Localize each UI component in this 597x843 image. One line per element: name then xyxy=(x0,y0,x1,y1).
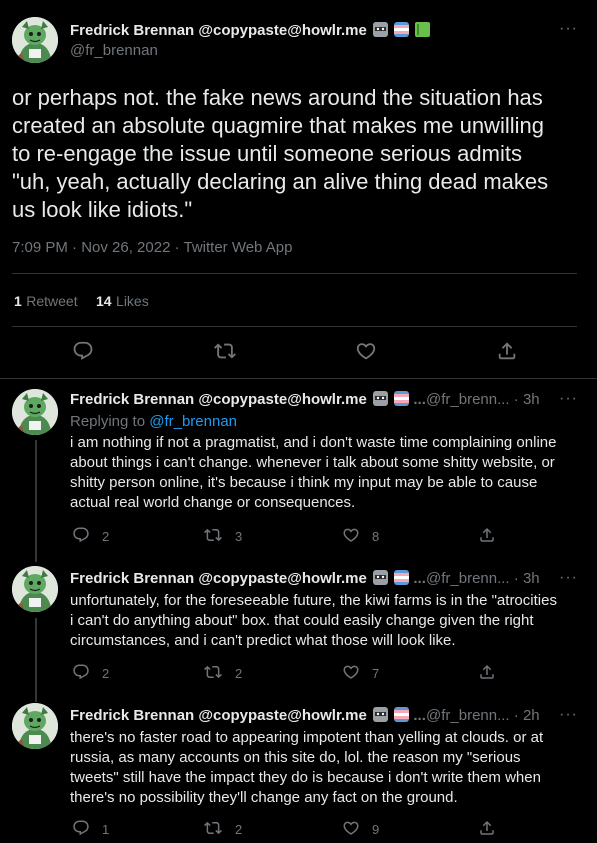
like-icon[interactable] xyxy=(342,526,360,549)
trans-flag-emoji-icon xyxy=(394,391,410,406)
like-icon[interactable] xyxy=(355,340,377,367)
author-name-row: Fredrick Brennan @copypaste@howlr.me xyxy=(70,22,431,39)
tweet-text: or perhaps not. the fake news around the… xyxy=(12,84,587,224)
retweet-icon[interactable] xyxy=(204,663,222,686)
reply-author-name[interactable]: Fredrick Brennan @copypaste@howlr.me xyxy=(70,391,367,408)
reply-header: Fredrick Brennan @copypaste@howlr.me ... xyxy=(70,707,426,724)
tweet-text-line: us look like idiots." xyxy=(12,197,193,222)
reply-text-line: i can't do anything about" box. that cou… xyxy=(70,612,534,629)
retweet-icon[interactable] xyxy=(204,819,222,842)
reply-text: i am nothing if not a pragmatist, and i … xyxy=(70,433,568,513)
raccoon-emoji-icon xyxy=(373,22,389,37)
reply-text: there's no faster road to appearing impo… xyxy=(70,728,568,808)
retweets-stat[interactable]: 1 Retweet xyxy=(14,293,78,311)
more-icon[interactable]: ··· xyxy=(559,569,578,587)
trans-flag-emoji-icon xyxy=(394,570,410,585)
reply-count: 2 xyxy=(102,529,110,544)
thread-line xyxy=(35,618,37,702)
retweets-label: Retweet xyxy=(26,293,78,309)
reply-text-line: i am nothing if not a pragmatist, and i … xyxy=(70,434,557,451)
trans-flag-emoji-icon xyxy=(394,22,410,37)
name-ellipsis: ... xyxy=(413,707,426,724)
retweet-count: 2 xyxy=(235,822,243,837)
like-count: 7 xyxy=(372,666,380,681)
reply-header: Fredrick Brennan @copypaste@howlr.me ... xyxy=(70,391,426,408)
replying-to-link[interactable]: @fr_brennan xyxy=(149,413,237,430)
tweet-text-line: to re-engage the issue until someone ser… xyxy=(12,141,522,166)
reply-handle[interactable]: @fr_brenn... xyxy=(426,391,510,408)
retweet-count: 2 xyxy=(235,666,243,681)
name-ellipsis: ... xyxy=(413,570,426,587)
reply-author-name[interactable]: Fredrick Brennan @copypaste@howlr.me xyxy=(70,707,367,724)
trans-flag-emoji-icon xyxy=(394,707,410,722)
replying-to-label: Replying to xyxy=(70,413,146,430)
reply-icon[interactable] xyxy=(72,526,90,549)
reply-meta: @fr_brenn... · 3h xyxy=(426,570,540,587)
raccoon-emoji-icon xyxy=(373,570,389,585)
reply-text-line: shitty person online, it's because i thi… xyxy=(70,474,538,491)
replying-to: Replying to @fr_brennan xyxy=(70,413,237,430)
author-handle[interactable]: @fr_brennan xyxy=(70,42,158,59)
reply-text-line: there's no faster road to appearing impo… xyxy=(70,729,544,746)
reply-count: 2 xyxy=(102,666,110,681)
reply-time[interactable]: · 3h xyxy=(514,391,540,408)
raccoon-emoji-icon xyxy=(373,707,389,722)
reply-handle[interactable]: @fr_brenn... xyxy=(426,570,510,587)
tweet-timestamp[interactable]: 7:09 PM · Nov 26, 2022 · Twitter Web App xyxy=(12,239,292,256)
reply-icon[interactable] xyxy=(72,663,90,686)
like-count: 8 xyxy=(372,529,380,544)
reply-avatar[interactable] xyxy=(12,703,58,749)
reply-text-line: actual real world change or consequences… xyxy=(70,494,356,511)
more-icon[interactable]: ··· xyxy=(559,20,578,38)
author-avatar[interactable] xyxy=(12,17,58,63)
thread-line xyxy=(35,440,37,562)
share-icon[interactable] xyxy=(478,663,496,686)
reply-icon[interactable] xyxy=(72,819,90,842)
tweet-text-line: or perhaps not. the fake news around the… xyxy=(12,85,543,110)
reply-avatar[interactable] xyxy=(12,566,58,612)
reply-text-line: tweets" still have the impact they do is… xyxy=(70,769,541,786)
book-emoji-icon xyxy=(415,22,431,37)
likes-count: 14 xyxy=(96,293,112,309)
tweet-text-line: created an absolute quagmire that makes … xyxy=(12,113,544,138)
like-icon[interactable] xyxy=(342,819,360,842)
likes-label: Likes xyxy=(116,293,149,309)
reply-text-line: circumstances, and i can't predict what … xyxy=(70,632,456,649)
retweets-count: 1 xyxy=(14,293,22,309)
like-icon[interactable] xyxy=(342,663,360,686)
tweet-text-line: "uh, yeah, actually declaring an alive t… xyxy=(12,169,549,194)
likes-stat[interactable]: 14 Likes xyxy=(96,293,149,311)
retweet-count: 3 xyxy=(235,529,243,544)
reply-author-name[interactable]: Fredrick Brennan @copypaste@howlr.me xyxy=(70,570,367,587)
reply-avatar[interactable] xyxy=(12,389,58,435)
author-name[interactable]: Fredrick Brennan @copypaste@howlr.me xyxy=(70,22,367,39)
raccoon-emoji-icon xyxy=(373,391,389,406)
retweet-icon[interactable] xyxy=(204,526,222,549)
reply-time[interactable]: · 2h xyxy=(514,707,540,724)
divider xyxy=(0,378,597,379)
reply-meta: @fr_brenn... · 3h xyxy=(426,391,540,408)
reply-handle[interactable]: @fr_brenn... xyxy=(426,707,510,724)
reply-time[interactable]: · 3h xyxy=(514,570,540,587)
reply-icon[interactable] xyxy=(72,340,94,367)
reply-text-line: there's no possibility they'll change an… xyxy=(70,789,458,806)
share-icon[interactable] xyxy=(478,526,496,549)
more-icon[interactable]: ··· xyxy=(559,390,578,408)
reply-text-line: unfortunately, for the foreseeable futur… xyxy=(70,592,557,609)
reply-header: Fredrick Brennan @copypaste@howlr.me ... xyxy=(70,570,426,587)
reply-meta: @fr_brenn... · 2h xyxy=(426,707,540,724)
more-icon[interactable]: ··· xyxy=(559,706,578,724)
share-icon[interactable] xyxy=(496,340,518,367)
retweet-icon[interactable] xyxy=(214,340,236,367)
share-icon[interactable] xyxy=(478,819,496,842)
divider xyxy=(12,326,577,327)
name-ellipsis: ... xyxy=(413,391,426,408)
reply-text-line: russia, as many accounts on this site do… xyxy=(70,749,521,766)
divider xyxy=(12,273,577,274)
reply-text-line: about things i can't change. whenever i … xyxy=(70,454,555,471)
like-count: 9 xyxy=(372,822,380,837)
reply-text: unfortunately, for the foreseeable futur… xyxy=(70,591,568,651)
reply-count: 1 xyxy=(102,822,110,837)
